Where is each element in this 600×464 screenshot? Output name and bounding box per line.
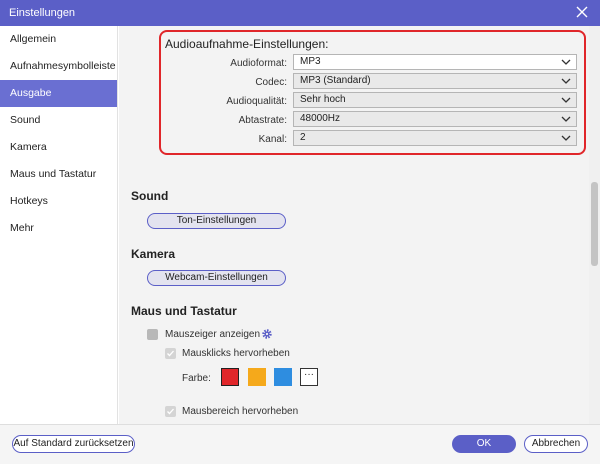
chevron-down-icon bbox=[561, 97, 571, 103]
show-cursor-checkbox[interactable] bbox=[147, 329, 158, 340]
gear-icon[interactable] bbox=[261, 328, 273, 340]
audio-settings-heading: Audioaufnahme-Einstellungen: bbox=[165, 37, 329, 51]
cancel-button[interactable]: Abbrechen bbox=[524, 435, 588, 453]
checkmark-icon bbox=[167, 350, 174, 357]
sample-rate-label: Abtastrate: bbox=[238, 115, 287, 126]
settings-content: Audioaufnahme-Einstellungen: Audioformat… bbox=[119, 26, 589, 424]
audio-quality-label: Audioqualität: bbox=[226, 96, 287, 107]
sound-settings-button[interactable]: Ton-Einstellungen bbox=[147, 213, 286, 229]
color-label: Farbe: bbox=[182, 373, 211, 384]
sidebar-item-sound[interactable]: Sound bbox=[0, 107, 117, 134]
codec-select[interactable]: MP3 (Standard) bbox=[293, 73, 577, 89]
sample-rate-select[interactable]: 48000Hz bbox=[293, 111, 577, 127]
channel-select[interactable]: 2 bbox=[293, 130, 577, 146]
sidebar-item-aufnahmesymbolleiste[interactable]: Aufnahmesymbolleiste bbox=[0, 53, 117, 80]
sound-section-title: Sound bbox=[131, 189, 169, 203]
sidebar-item-maus-und-tastatur[interactable]: Maus und Tastatur bbox=[0, 161, 117, 188]
audio-quality-value: Sehr hoch bbox=[300, 94, 346, 105]
audio-format-select[interactable]: MP3 bbox=[293, 54, 577, 70]
sample-rate-value: 48000Hz bbox=[300, 113, 341, 124]
scrollbar-thumb[interactable] bbox=[591, 182, 598, 266]
webcam-settings-button[interactable]: Webcam-Einstellungen bbox=[147, 270, 286, 286]
chevron-down-icon bbox=[561, 135, 571, 141]
reset-defaults-button[interactable]: Auf Standard zurücksetzen bbox=[12, 435, 135, 453]
codec-value: MP3 (Standard) bbox=[300, 75, 371, 86]
highlight-area-label: Mausbereich hervorheben bbox=[182, 406, 299, 417]
sidebar: Allgemein Aufnahmesymbolleiste Ausgabe S… bbox=[0, 26, 118, 424]
camera-section-title: Kamera bbox=[131, 247, 176, 261]
window-title: Einstellungen bbox=[9, 7, 76, 19]
color-swatch-orange[interactable] bbox=[248, 368, 266, 386]
highlight-clicks-checkbox[interactable] bbox=[165, 348, 176, 359]
channel-label: Kanal: bbox=[258, 134, 287, 145]
codec-label: Codec: bbox=[255, 77, 287, 88]
ok-button[interactable]: OK bbox=[452, 435, 516, 453]
vertical-scrollbar[interactable] bbox=[589, 26, 600, 424]
checkmark-icon bbox=[167, 408, 174, 415]
sidebar-item-allgemein[interactable]: Allgemein bbox=[0, 26, 117, 53]
close-icon[interactable] bbox=[574, 4, 590, 20]
show-cursor-label: Mauszeiger anzeigen bbox=[165, 329, 261, 340]
more-colors-button[interactable]: ··· bbox=[300, 368, 318, 386]
chevron-down-icon bbox=[561, 59, 571, 65]
sidebar-item-mehr[interactable]: Mehr bbox=[0, 215, 117, 242]
title-bar: Einstellungen bbox=[0, 0, 600, 26]
mouse-keyboard-section-title: Maus und Tastatur bbox=[131, 304, 237, 318]
channel-value: 2 bbox=[300, 132, 306, 143]
highlight-area-checkbox[interactable] bbox=[165, 406, 176, 417]
sidebar-item-hotkeys[interactable]: Hotkeys bbox=[0, 188, 117, 215]
sidebar-item-ausgabe[interactable]: Ausgabe bbox=[0, 80, 117, 107]
chevron-down-icon bbox=[561, 78, 571, 84]
highlight-clicks-label: Mausklicks hervorheben bbox=[182, 348, 290, 359]
audio-quality-select[interactable]: Sehr hoch bbox=[293, 92, 577, 108]
audio-format-value: MP3 bbox=[300, 56, 321, 67]
dialog-footer: Auf Standard zurücksetzen OK Abbrechen bbox=[0, 424, 600, 464]
sidebar-item-kamera[interactable]: Kamera bbox=[0, 134, 117, 161]
audio-format-label: Audioformat: bbox=[230, 58, 287, 69]
color-swatch-blue[interactable] bbox=[274, 368, 292, 386]
color-swatch-red[interactable] bbox=[221, 368, 239, 386]
chevron-down-icon bbox=[561, 116, 571, 122]
